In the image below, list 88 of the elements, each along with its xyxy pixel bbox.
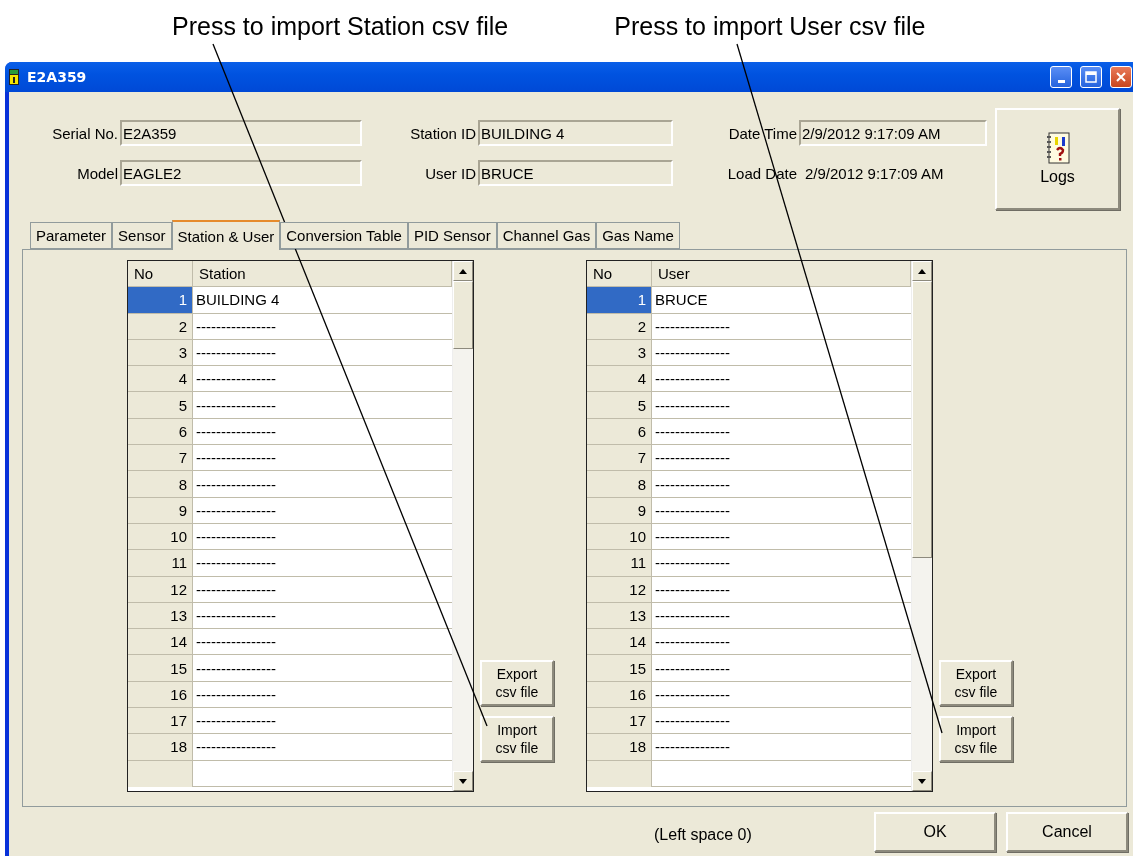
row-number[interactable]: 11 xyxy=(128,550,193,577)
field-label: User ID xyxy=(425,164,476,182)
up-arrow-icon[interactable] xyxy=(918,268,926,274)
row-number[interactable]: 7 xyxy=(128,445,193,472)
row-number[interactable]: 2 xyxy=(587,313,652,340)
callout-caption: Press to import Station csv file xyxy=(172,11,509,41)
text-field[interactable]: BUILDING 4 xyxy=(478,120,673,146)
column-header: Station xyxy=(193,261,452,288)
row-number[interactable]: 15 xyxy=(587,655,652,682)
row-number[interactable]: 8 xyxy=(128,471,193,498)
row-number[interactable]: 3 xyxy=(587,339,652,367)
maximize-icon xyxy=(1085,71,1097,83)
scroll-thumb[interactable] xyxy=(912,281,932,558)
down-arrow-icon[interactable] xyxy=(459,778,467,784)
field-label: Serial No. xyxy=(52,124,118,142)
row-number[interactable]: 6 xyxy=(587,418,652,446)
csv-button[interactable]: Export csv file xyxy=(939,660,1013,706)
scrollbar[interactable] xyxy=(911,261,932,791)
row-number[interactable]: 6 xyxy=(128,418,193,446)
row-number[interactable]: 4 xyxy=(128,366,193,393)
minimize-button[interactable] xyxy=(1050,66,1072,88)
row-number[interactable]: 4 xyxy=(587,366,652,393)
row-number[interactable]: 5 xyxy=(128,392,193,419)
csv-button[interactable]: Import csv file xyxy=(939,716,1013,762)
text-field[interactable]: BRUCE xyxy=(478,160,673,186)
row-number[interactable]: 10 xyxy=(587,523,652,551)
row-number[interactable]: 2 xyxy=(128,313,193,340)
row-number[interactable]: 15 xyxy=(128,655,193,682)
row-number[interactable]: 18 xyxy=(128,734,193,761)
field-label: Date Time xyxy=(728,124,797,142)
column-header: User xyxy=(652,261,911,288)
status-text: (Left space 0) xyxy=(654,824,753,844)
notebook-icon xyxy=(1044,132,1071,164)
row-number[interactable]: 13 xyxy=(128,602,193,630)
row-number[interactable]: 1 xyxy=(128,287,193,314)
row-number[interactable]: 13 xyxy=(587,602,652,630)
field-label: Station ID xyxy=(410,124,476,142)
minimize-icon xyxy=(1057,79,1065,83)
text-field[interactable]: 2/9/2012 9:17:09 AM xyxy=(799,120,987,146)
text-field[interactable]: E2A359 xyxy=(120,120,362,146)
button-label: Logs xyxy=(1040,168,1075,186)
row-number xyxy=(587,760,652,787)
close-icon xyxy=(1115,71,1127,83)
row-number[interactable]: 10 xyxy=(128,523,193,551)
row-number[interactable]: 11 xyxy=(587,550,652,577)
row-number[interactable]: 16 xyxy=(587,681,652,709)
window-title: E2A359 xyxy=(27,69,88,85)
row-number[interactable]: 5 xyxy=(587,392,652,419)
row-number xyxy=(128,760,193,787)
row-number[interactable]: 1 xyxy=(587,287,652,314)
tab[interactable]: Parameter xyxy=(30,222,113,249)
row-number[interactable]: 12 xyxy=(587,576,652,603)
column-header: No xyxy=(587,261,652,288)
tab[interactable]: Gas Name xyxy=(596,222,680,249)
csv-button[interactable]: Export csv file xyxy=(480,660,554,706)
row-number[interactable]: 8 xyxy=(587,471,652,498)
logs-button[interactable]: Logs xyxy=(995,108,1120,210)
row-number[interactable]: 9 xyxy=(128,497,193,524)
tab[interactable]: Conversion Table xyxy=(280,222,408,249)
text-field[interactable]: EAGLE2 xyxy=(120,160,362,186)
dialog-button[interactable]: OK xyxy=(874,811,996,852)
down-arrow-icon[interactable] xyxy=(918,778,926,784)
row-number[interactable]: 12 xyxy=(128,576,193,603)
csv-button[interactable]: Import csv file xyxy=(480,716,554,762)
tab[interactable]: Sensor xyxy=(112,222,172,249)
up-arrow-icon[interactable] xyxy=(459,268,467,274)
close-button[interactable] xyxy=(1110,66,1132,88)
row-number[interactable]: 14 xyxy=(587,629,652,656)
row-number[interactable]: 17 xyxy=(128,708,193,735)
row-number[interactable]: 16 xyxy=(128,681,193,709)
dialog-button[interactable]: Cancel xyxy=(1006,811,1128,852)
row-number[interactable]: 14 xyxy=(128,629,193,656)
date-value: 2/9/2012 9:17:09 AM xyxy=(804,164,945,182)
callout-caption: Press to import User csv file xyxy=(614,11,926,41)
scrollbar[interactable] xyxy=(452,261,473,791)
app-icon xyxy=(9,69,19,85)
row-number[interactable]: 17 xyxy=(587,708,652,735)
row-number[interactable]: 18 xyxy=(587,734,652,761)
row-number[interactable]: 7 xyxy=(587,445,652,472)
tab[interactable]: Station & User xyxy=(171,220,281,250)
column-header: No xyxy=(128,261,193,288)
tab[interactable]: Channel Gas xyxy=(496,222,597,249)
maximize-button[interactable] xyxy=(1080,66,1102,88)
row-number[interactable]: 3 xyxy=(128,339,193,367)
field-label: Model xyxy=(77,164,118,182)
tab[interactable]: PID Sensor xyxy=(407,222,497,249)
row-number[interactable]: 9 xyxy=(587,497,652,524)
scroll-thumb[interactable] xyxy=(453,281,473,349)
